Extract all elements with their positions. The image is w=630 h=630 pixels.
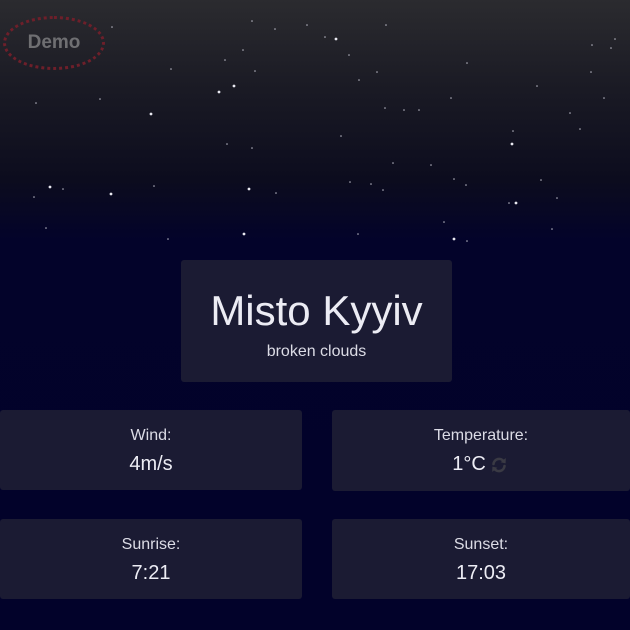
star (226, 143, 228, 145)
sunset-label: Sunset: (453, 536, 509, 553)
star (358, 79, 360, 81)
sunrise-card: Sunrise: 7:21 (0, 519, 302, 599)
temperature-row: 1°C (452, 453, 508, 476)
star (556, 197, 558, 199)
star (370, 183, 372, 185)
star (392, 162, 394, 164)
star (357, 233, 359, 235)
demo-badge-label: Demo (27, 32, 81, 53)
star (247, 187, 251, 191)
star (242, 232, 246, 236)
star (536, 85, 538, 87)
star (224, 59, 226, 61)
star (251, 20, 253, 22)
star (217, 90, 221, 94)
star (324, 36, 326, 38)
star (579, 128, 581, 130)
star (614, 38, 616, 40)
star (306, 24, 308, 26)
star (167, 238, 169, 240)
temperature-value: 1°C (452, 453, 486, 475)
star (334, 37, 338, 41)
star (376, 71, 378, 73)
star (466, 62, 468, 64)
star (603, 97, 605, 99)
star (443, 221, 445, 223)
temperature-label: Temperature: (433, 427, 529, 444)
star (109, 192, 113, 196)
star (99, 98, 101, 100)
temperature-card: Temperature: 1°C (332, 410, 630, 491)
star (465, 184, 467, 186)
wind-card: Wind: 4m/s (0, 410, 302, 490)
sunrise-value: 7:21 (131, 562, 171, 584)
city-name: Misto Kyyiv (210, 287, 423, 334)
star (610, 47, 612, 49)
star (45, 227, 47, 229)
star (111, 26, 113, 28)
star (275, 192, 277, 194)
star (382, 189, 384, 191)
star (48, 185, 52, 189)
star (385, 24, 387, 26)
demo-badge: Demo (3, 16, 105, 70)
star (384, 107, 386, 109)
wind-value: 4m/s (129, 453, 173, 475)
location-card: Misto Kyyiv broken clouds (181, 260, 452, 382)
star (551, 228, 553, 230)
star (508, 202, 510, 204)
star (590, 71, 592, 73)
star (170, 68, 172, 70)
star (254, 70, 256, 72)
star (514, 201, 518, 205)
star (232, 84, 236, 88)
refresh-icon[interactable] (490, 456, 508, 474)
star (403, 109, 405, 111)
sunrise-label: Sunrise: (121, 536, 181, 553)
star (466, 240, 468, 242)
sunset-value: 17:03 (455, 562, 507, 584)
star (274, 28, 276, 30)
star (33, 196, 35, 198)
star (251, 147, 253, 149)
sunset-card: Sunset: 17:03 (332, 519, 630, 599)
star (452, 237, 456, 241)
star (430, 164, 432, 166)
star (512, 130, 514, 132)
star (348, 54, 350, 56)
star (349, 181, 351, 183)
star (35, 102, 37, 104)
star (453, 178, 455, 180)
weather-description: broken clouds (266, 343, 367, 360)
star (153, 185, 155, 187)
star (591, 44, 593, 46)
star (149, 112, 153, 116)
star (540, 179, 542, 181)
star (569, 112, 571, 114)
star (510, 142, 514, 146)
wind-label: Wind: (130, 427, 172, 444)
star (62, 188, 64, 190)
star (340, 135, 342, 137)
star (242, 49, 244, 51)
star (450, 97, 452, 99)
star (418, 109, 420, 111)
